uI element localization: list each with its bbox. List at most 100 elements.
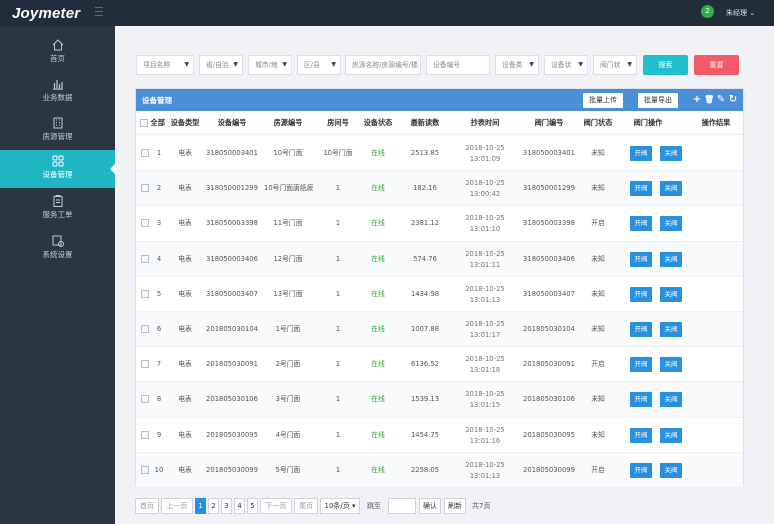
refresh-button[interactable]: 刷新 — [444, 498, 466, 514]
batch-upload-button[interactable]: 批量上传 — [583, 93, 623, 108]
valve-status-select[interactable]: 阀门状 ▼ — [593, 55, 637, 75]
row-checkbox[interactable] — [140, 382, 150, 417]
page-3-button[interactable]: 3 — [221, 498, 232, 514]
search-button[interactable]: 搜索 — [643, 55, 688, 75]
sidebar-item-system-settings[interactable]: 系统设置 — [0, 230, 115, 268]
close-valve-button[interactable]: 关阀 — [660, 286, 682, 302]
cell-type: 电表 — [178, 254, 192, 263]
open-valve-button[interactable]: 开阀 — [630, 322, 652, 337]
page-5-button[interactable]: 5 — [247, 498, 258, 514]
cell-house: 11号门面 — [273, 219, 303, 228]
device-status-select[interactable]: 设备状 ▼ — [544, 55, 588, 75]
row-checkbox[interactable] — [140, 312, 150, 347]
cell-house: 5号门面 — [275, 465, 301, 474]
page-1-button[interactable]: 1 — [195, 498, 206, 514]
close-valve-button[interactable]: 关阀 — [660, 146, 682, 161]
add-icon[interactable]: + — [692, 93, 702, 107]
cell-device-no: 318050003406 — [206, 254, 258, 263]
delete-icon[interactable]: 🗑 — [704, 93, 714, 107]
table-row[interactable]: 8 电表 201805030106 3号门面 1 在线 1539.13 20180503010… — [136, 382, 743, 418]
cell-valve-no: 318050001299 — [523, 184, 575, 193]
district-select[interactable]: 区/县 ▼ — [297, 55, 341, 75]
close-valve-button[interactable]: 关阀 — [660, 216, 682, 232]
user-menu[interactable]: 朱经理 ⌄ — [726, 8, 755, 18]
device-type-select[interactable]: 设备类 ▼ — [495, 55, 539, 75]
table-row[interactable]: 3 电表 318050003398 11号门面 1 在线 2381.12 3180500033… — [136, 206, 743, 242]
sidebar-item-devices[interactable]: 设备管理 — [0, 150, 116, 188]
row-checkbox[interactable] — [140, 453, 150, 488]
table-row[interactable]: 5 电表 318050003407 13号门面 1 在线 1434.98 3180500034… — [136, 277, 743, 312]
open-valve-button[interactable]: 开阀 — [630, 392, 652, 408]
city-select[interactable]: 城市/地 ▼ — [248, 55, 292, 75]
device-panel: 设备管理 批量上传 批量导出 + 🗑 ✎ ↻ 全部 设备类型 设备编号 房源编号… — [135, 88, 744, 488]
row-checkbox[interactable] — [140, 136, 150, 171]
page-4-button[interactable]: 4 — [234, 498, 245, 514]
user-avatar[interactable]: 2 — [701, 5, 714, 18]
open-valve-button[interactable]: 开阀 — [630, 462, 652, 478]
col-valve-no: 阀门编号 — [534, 118, 564, 127]
app-logo[interactable]: Joymeter — [12, 5, 80, 22]
close-valve-button[interactable]: 关阀 — [660, 181, 682, 197]
row-checkbox[interactable] — [140, 171, 150, 206]
device-no-input[interactable]: 设备编号 — [426, 55, 490, 75]
row-checkbox[interactable] — [140, 277, 150, 312]
house-search-input[interactable]: 房源名称/房源编号/楼 — [345, 55, 421, 75]
open-valve-button[interactable]: 开阀 — [630, 286, 652, 302]
table-row[interactable]: 6 电表 201805030104 1号门面 1 在线 1007.88 20180503010… — [136, 312, 743, 348]
close-valve-button[interactable]: 关阀 — [660, 392, 682, 408]
table-row[interactable]: 1 电表 318050003401 10号门面 10号门面 在线 2513.85 318050… — [136, 136, 743, 172]
batch-export-button[interactable]: 批量导出 — [638, 93, 678, 108]
page-2-button[interactable]: 2 — [208, 498, 219, 514]
province-select[interactable]: 省/自治 ▼ — [199, 55, 243, 75]
cell-valve-no: 318050003407 — [523, 289, 575, 298]
sidebar-item-houses[interactable]: 房源管理 — [0, 112, 115, 150]
open-valve-button[interactable]: 开阀 — [630, 181, 652, 197]
cell-type: 电表 — [178, 395, 192, 404]
close-valve-button[interactable]: 关阀 — [660, 251, 682, 267]
edit-icon[interactable]: ✎ — [716, 93, 726, 107]
next-page-button[interactable]: 下一页 — [260, 498, 292, 514]
cell-room: 1 — [335, 289, 341, 298]
row-checkbox[interactable] — [140, 206, 150, 241]
select-all-checkbox[interactable] — [140, 119, 148, 127]
close-valve-button[interactable]: 关阀 — [660, 427, 682, 443]
table-row[interactable]: 7 电表 201805030091 2号门面 1 在线 6136.52 20180503009… — [136, 347, 743, 383]
menu-toggle-icon[interactable] — [95, 7, 103, 16]
row-checkbox[interactable] — [140, 242, 150, 277]
table-row[interactable]: 2 电表 318050001299 10号门面唐纸疲 1 在线 182.16 31805000… — [136, 171, 743, 207]
refresh-icon[interactable]: ↻ — [728, 93, 738, 107]
table-row[interactable]: 9 电表 201805030095 4号门面 1 在线 1454.75 20180503009… — [136, 418, 743, 453]
row-index: 8 — [156, 395, 162, 404]
cell-read-time: 2018-10-25 13:01:09 — [465, 144, 505, 163]
last-page-button[interactable]: 尾页 — [294, 498, 318, 514]
sidebar-item-work-orders[interactable]: 服务工单 — [0, 190, 115, 228]
page-size-select[interactable]: 10条/页 ▾ — [320, 498, 360, 514]
row-checkbox[interactable] — [140, 347, 150, 382]
close-valve-button[interactable]: 关阀 — [660, 322, 682, 337]
sidebar-item-business-data[interactable]: 业务数据 — [0, 73, 115, 111]
close-valve-button[interactable]: 关阀 — [660, 357, 682, 373]
open-valve-button[interactable]: 开阀 — [630, 216, 652, 232]
cell-read-time: 2018-10-25 13:01:11 — [465, 249, 505, 269]
col-device-type: 设备类型 — [170, 118, 200, 127]
confirm-button[interactable]: 确认 — [419, 498, 441, 514]
first-page-button[interactable]: 首页 — [135, 498, 159, 514]
table-row[interactable]: 10 电表 201805030099 5号门面 1 在线 2258.05 2018050300… — [136, 452, 743, 488]
cell-valve-status: 开启 — [591, 219, 605, 228]
reset-button[interactable]: 重置 — [694, 55, 739, 75]
row-checkbox[interactable] — [140, 418, 150, 453]
chevron-down-icon: ▼ — [529, 61, 534, 68]
prev-page-button[interactable]: 上一页 — [161, 498, 193, 514]
jump-page-input[interactable] — [388, 498, 416, 514]
close-valve-button[interactable]: 关阀 — [660, 462, 682, 478]
sidebar-item-home[interactable]: 首页 — [0, 34, 115, 72]
open-valve-button[interactable]: 开阀 — [630, 251, 652, 267]
project-name-select[interactable]: 项目名称 ▼ — [136, 55, 194, 75]
cell-status: 在线 — [371, 325, 385, 333]
open-valve-button[interactable]: 开阀 — [630, 427, 652, 443]
table-row[interactable]: 4 电表 318050003406 12号门面 1 在线 574.76 31805000340… — [136, 241, 743, 277]
open-valve-button[interactable]: 开阀 — [630, 357, 652, 373]
cell-room: 1 — [335, 219, 341, 228]
chevron-down-icon: ▼ — [282, 61, 287, 68]
open-valve-button[interactable]: 开阀 — [630, 146, 652, 161]
